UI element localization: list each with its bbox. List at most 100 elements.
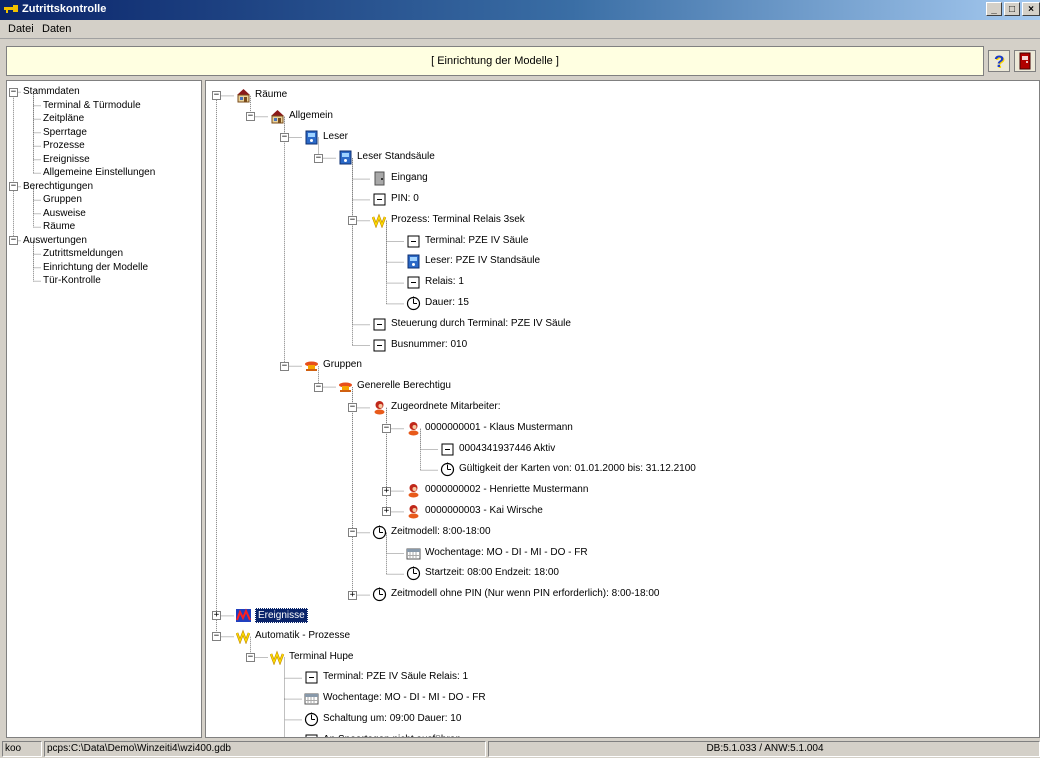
collapse-toggle[interactable]: −: [246, 652, 255, 662]
model-node[interactable]: +0000000003 - Kai Wirsche: [206, 501, 1039, 522]
model-node[interactable]: Busnummer: 010: [206, 335, 1039, 356]
model-node-label[interactable]: Leser: PZE IV Standsäule: [425, 254, 540, 267]
model-node[interactable]: Gültigkeit der Karten von: 01.01.2000 bi…: [206, 459, 1039, 480]
nav-node-label[interactable]: Ereignisse: [43, 153, 90, 166]
collapse-toggle[interactable]: −: [280, 361, 289, 371]
nav-node-label[interactable]: Auswertungen: [23, 234, 87, 247]
model-node[interactable]: PIN: 0: [206, 189, 1039, 210]
model-node[interactable]: +0000000002 - Henriette Mustermann: [206, 480, 1039, 501]
collapse-toggle[interactable]: −: [212, 91, 221, 101]
model-node[interactable]: − Automatik - Prozesse: [206, 626, 1039, 647]
model-node-label[interactable]: Schaltung um: 09:00 Dauer: 10: [323, 712, 461, 725]
expand-toggle[interactable]: +: [382, 507, 391, 517]
close-button[interactable]: ×: [1022, 2, 1040, 16]
nav-node-label[interactable]: Allgemeine Einstellungen: [43, 166, 155, 179]
model-node[interactable]: Terminal: PZE IV Säule: [206, 231, 1039, 252]
model-node-label[interactable]: Leser: [323, 130, 348, 143]
nav-node-label[interactable]: Zutrittsmeldungen: [43, 247, 123, 260]
model-node-label[interactable]: 0000000003 - Kai Wirsche: [425, 504, 543, 517]
model-node[interactable]: − 0000000001 - Klaus Mustermann: [206, 418, 1039, 439]
model-node-label[interactable]: 0000000002 - Henriette Mustermann: [425, 483, 588, 496]
model-node[interactable]: Terminal: PZE IV Säule Relais: 1: [206, 667, 1039, 688]
nav-node-label[interactable]: Räume: [43, 220, 75, 233]
model-node[interactable]: Relais: 1: [206, 272, 1039, 293]
collapse-toggle[interactable]: −: [314, 382, 323, 392]
model-node[interactable]: − Räume: [206, 85, 1039, 106]
model-tree[interactable]: − Räume − Allgemein − Leser − Leser Standsäule E…: [205, 80, 1040, 738]
model-node[interactable]: 0004341937446 Aktiv: [206, 439, 1039, 460]
model-node[interactable]: Wochentage: MO - DI - MI - DO - FR: [206, 688, 1039, 709]
nav-node[interactable]: Einrichtung der Modelle: [7, 261, 201, 275]
model-node[interactable]: + Zeitmodell ohne PIN (Nur wenn PIN erfor…: [206, 584, 1039, 605]
model-node-label[interactable]: Steuerung durch Terminal: PZE IV Säule: [391, 317, 571, 330]
model-node-label[interactable]: Eingang: [391, 171, 428, 184]
nav-node-label[interactable]: Einrichtung der Modelle: [43, 261, 148, 274]
model-node[interactable]: Wochentage: MO - DI - MI - DO - FR: [206, 543, 1039, 564]
model-node[interactable]: Steuerung durch Terminal: PZE IV Säule: [206, 314, 1039, 335]
collapse-toggle[interactable]: −: [348, 528, 357, 538]
model-node-label[interactable]: Leser Standsäule: [357, 150, 435, 163]
nav-node-label[interactable]: Stammdaten: [23, 85, 80, 98]
model-node[interactable]: − Terminal Hupe: [206, 647, 1039, 668]
model-node-label[interactable]: Terminal: PZE IV Säule: [425, 234, 528, 247]
nav-node[interactable]: − Stammdaten: [7, 85, 201, 99]
nav-node[interactable]: Prozesse: [7, 139, 201, 153]
model-node-label[interactable]: Gruppen: [323, 358, 362, 371]
nav-node-label[interactable]: Gruppen: [43, 193, 82, 206]
nav-node[interactable]: Räume: [7, 220, 201, 234]
nav-node-label[interactable]: Terminal & Türmodule: [43, 99, 141, 112]
model-node-label[interactable]: Relais: 1: [425, 275, 464, 288]
model-node-label[interactable]: Terminal Hupe: [289, 650, 353, 663]
model-node[interactable]: An Speertagen nicht ausführen: [206, 730, 1039, 737]
model-node-label[interactable]: Startzeit: 08:00 Endzeit: 18:00: [425, 566, 559, 579]
nav-node[interactable]: Zutrittsmeldungen: [7, 247, 201, 261]
navigation-tree[interactable]: − Stammdaten Terminal & Türmodule Zeitpläne…: [6, 80, 202, 738]
collapse-toggle[interactable]: −: [9, 87, 18, 97]
nav-node-label[interactable]: Ausweise: [43, 207, 86, 220]
collapse-toggle[interactable]: −: [348, 403, 357, 413]
model-node-label[interactable]: An Speertagen nicht ausführen: [323, 733, 461, 737]
model-node-label[interactable]: Gültigkeit der Karten von: 01.01.2000 bi…: [459, 462, 696, 475]
nav-node-label[interactable]: Berechtigungen: [23, 180, 93, 193]
model-node-label[interactable]: Allgemein: [289, 109, 333, 122]
nav-node[interactable]: − Auswertungen: [7, 234, 201, 248]
model-node[interactable]: − Generelle Berechtigu: [206, 376, 1039, 397]
model-node[interactable]: Startzeit: 08:00 Endzeit: 18:00: [206, 563, 1039, 584]
collapse-toggle[interactable]: −: [280, 132, 289, 142]
model-node-label[interactable]: Prozess: Terminal Relais 3sek: [391, 213, 525, 226]
model-node-label[interactable]: Dauer: 15: [425, 296, 469, 309]
model-node-label[interactable]: Zugeordnete Mitarbeiter:: [391, 400, 501, 413]
model-node[interactable]: Eingang: [206, 168, 1039, 189]
maximize-button[interactable]: □: [1004, 2, 1020, 16]
nav-node[interactable]: Ereignisse: [7, 153, 201, 167]
nav-node[interactable]: Allgemeine Einstellungen: [7, 166, 201, 180]
model-node-label[interactable]: 0004341937446 Aktiv: [459, 442, 555, 455]
collapse-toggle[interactable]: −: [9, 236, 18, 246]
model-node[interactable]: − Prozess: Terminal Relais 3sek: [206, 210, 1039, 231]
model-node-label[interactable]: Busnummer: 010: [391, 338, 467, 351]
collapse-toggle[interactable]: −: [314, 153, 323, 163]
model-node-label[interactable]: Zeitmodell: 8:00-18:00: [391, 525, 491, 538]
collapse-toggle[interactable]: −: [246, 112, 255, 122]
model-node-label[interactable]: Wochentage: MO - DI - MI - DO - FR: [425, 546, 588, 559]
nav-node[interactable]: Ausweise: [7, 207, 201, 221]
model-node[interactable]: Schaltung um: 09:00 Dauer: 10: [206, 709, 1039, 730]
model-node-label[interactable]: 0000000001 - Klaus Mustermann: [425, 421, 573, 434]
model-node-label[interactable]: Zeitmodell ohne PIN (Nur wenn PIN erford…: [391, 587, 659, 600]
nav-node-label[interactable]: Sperrtage: [43, 126, 87, 139]
model-node[interactable]: Dauer: 15: [206, 293, 1039, 314]
model-node-label[interactable]: PIN: 0: [391, 192, 419, 205]
expand-toggle[interactable]: +: [212, 611, 221, 621]
collapse-toggle[interactable]: −: [382, 424, 391, 434]
nav-node[interactable]: − Berechtigungen: [7, 180, 201, 194]
nav-node-label[interactable]: Zeitpläne: [43, 112, 84, 125]
model-node[interactable]: − Allgemein: [206, 106, 1039, 127]
nav-node[interactable]: Tür-Kontrolle: [7, 274, 201, 288]
nav-node[interactable]: Terminal & Türmodule: [7, 99, 201, 113]
model-node[interactable]: − Leser Standsäule: [206, 147, 1039, 168]
expand-toggle[interactable]: +: [348, 590, 357, 600]
menu-datei[interactable]: Datei: [8, 23, 34, 35]
exit-button[interactable]: [1014, 50, 1036, 72]
model-node-label[interactable]: Automatik - Prozesse: [255, 629, 350, 642]
minimize-button[interactable]: _: [986, 2, 1002, 16]
